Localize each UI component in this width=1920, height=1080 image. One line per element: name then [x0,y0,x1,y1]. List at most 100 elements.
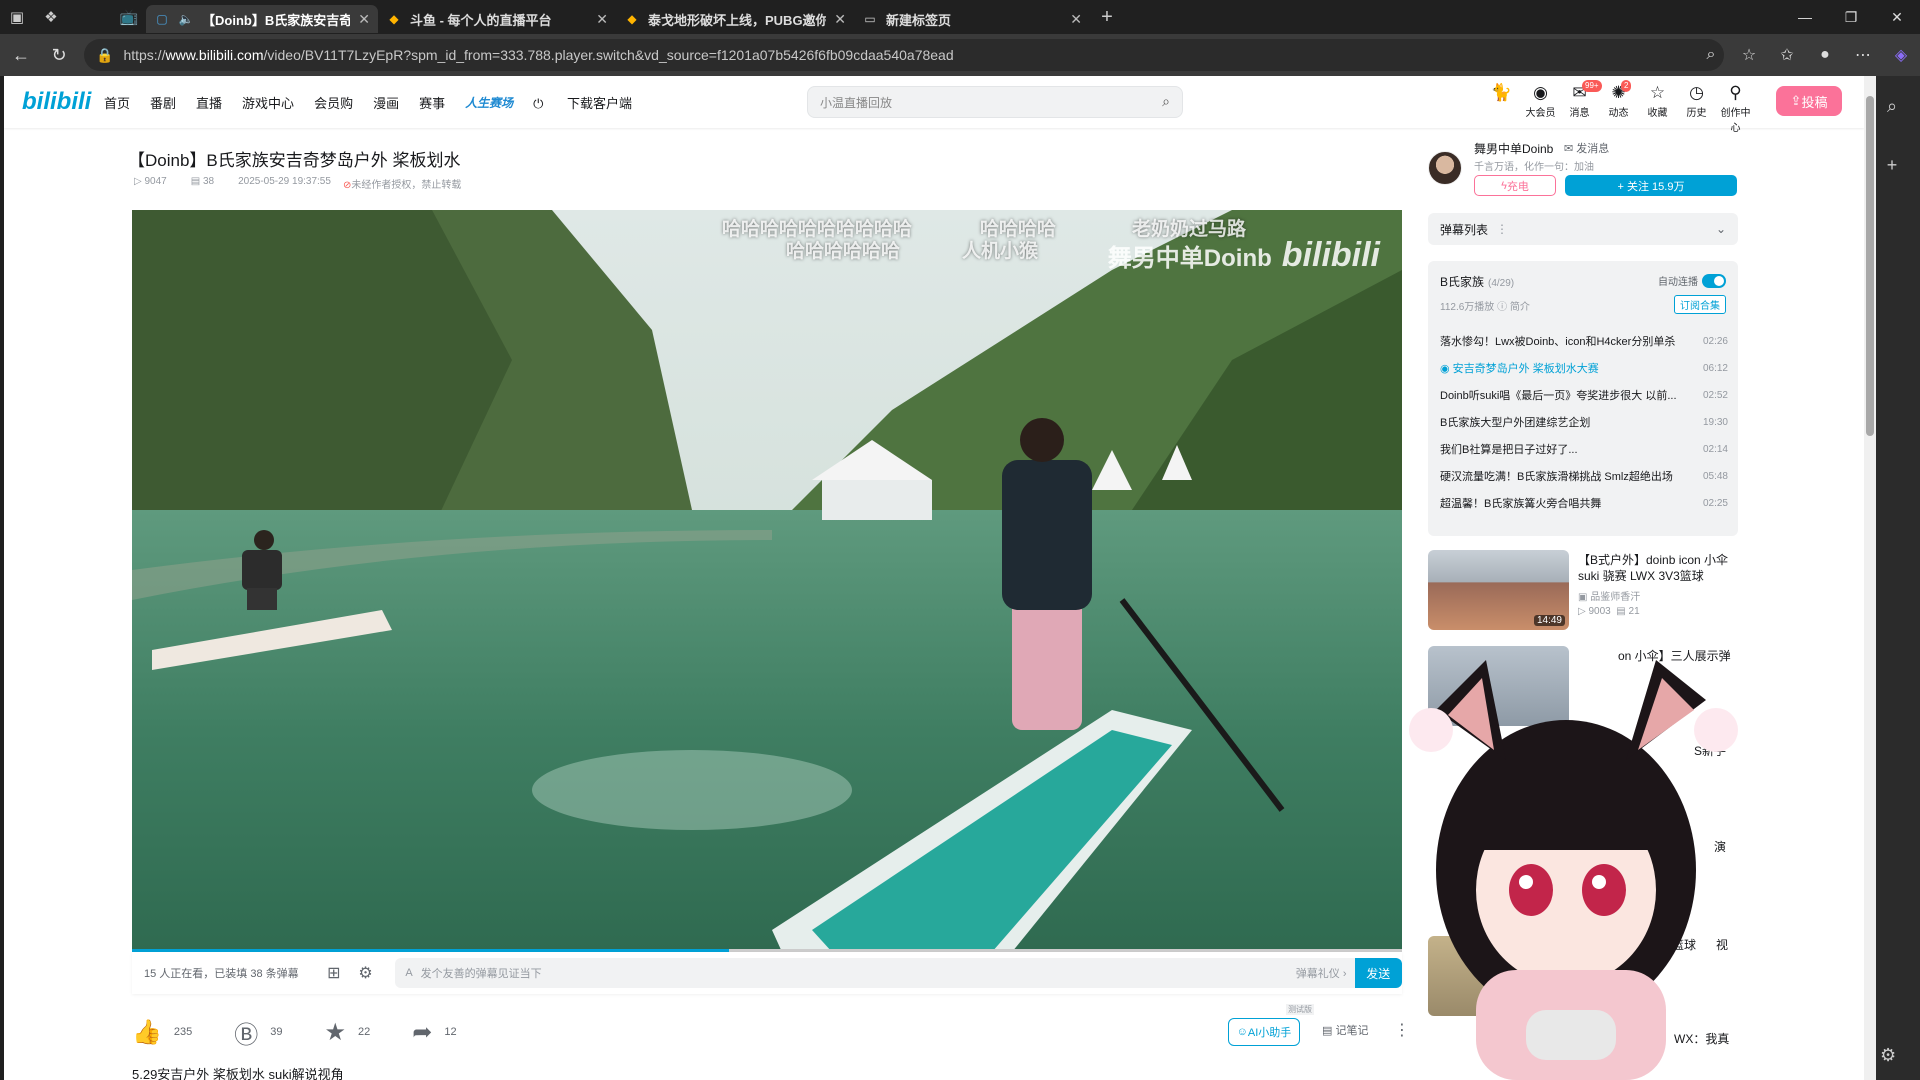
bilibili-logo[interactable]: bilibili [22,88,91,116]
episode-item[interactable]: Doinb听suki唱《最后一页》夸奖进步很大 以前... 02:52 [1440,382,1728,408]
episode-item[interactable]: B氏家族大型户外团建综艺企划 19:30 [1440,409,1728,435]
header-creator[interactable]: ⚲ 创作中心 [1716,82,1755,134]
episode-title: B氏家族大型户外团建综艺企划 [1440,417,1591,429]
episode-item[interactable]: 超温馨！B氏家族篝火旁合唱共舞 02:25 [1440,490,1728,516]
audio-icon[interactable]: 🔈 [178,11,194,27]
tab-douyu[interactable]: ◆ 斗鱼 - 每个人的直播平台 ✕ [378,5,616,33]
follow-button[interactable]: + 关注 15.9万 [1565,175,1737,196]
thumbs-up-icon: 👍 [132,1018,162,1046]
ai-assistant-button[interactable]: ☺ AI小助手 [1228,1018,1300,1046]
header-nav: 首页 番剧 直播 游戏中心 会员购 漫画 赛事 人生赛场 ⏻ 下载客户端 [104,93,672,112]
header-vip[interactable]: ◉ 大会员 [1521,82,1560,134]
header-icon-label: 动态 [1608,108,1629,119]
close-icon[interactable]: ✕ [834,11,846,28]
star-icon: ★ [324,1018,347,1046]
subscribe-collection-button[interactable]: 订阅合集 [1674,295,1726,314]
nav-download-client[interactable]: ⏻ 下载客户端 [533,93,652,112]
header-favorites[interactable]: ☆ 收藏 [1638,82,1677,134]
minimize-button[interactable]: — [1782,0,1828,34]
uploader-name[interactable]: 舞男中单Doinb [1474,140,1553,157]
new-tab-button[interactable]: + [1090,0,1124,34]
nav-esports[interactable]: 赛事 [419,93,445,112]
nav-mall[interactable]: 会员购 [314,93,353,112]
uploader-avatar[interactable] [1428,151,1462,185]
nav-anime[interactable]: 番剧 [150,93,176,112]
message-button[interactable]: ✉ 发消息 [1564,140,1609,156]
settings-gear-icon[interactable]: ⚙ [1880,1045,1896,1066]
episode-item-current[interactable]: ◉ 安吉奇梦岛户外 桨板划水大赛 06:12 [1440,355,1728,381]
video-thumbnail[interactable]: 14:49 [1428,550,1569,630]
favorite-button[interactable]: ★ 22 [325,1018,371,1047]
nav-manga[interactable]: 漫画 [373,93,399,112]
header-dynamic[interactable]: ✺ 2 动态 [1599,80,1638,134]
video-player[interactable]: 哈哈哈哈哈哈哈哈哈哈 哈哈哈哈哈哈 哈哈哈哈 人机小猴 老奶奶过马路 舞男中单D… [132,210,1402,952]
danmaku-etiquette-link[interactable]: 弹幕礼仪 › [1296,965,1347,981]
font-style-icon[interactable]: A [405,967,412,979]
danmaku-list-header[interactable]: 弹幕列表 ⋮ ⌄ [1428,213,1738,245]
scroll-thumb[interactable] [1866,96,1874,436]
danmaku-input[interactable]: A 发个友善的弹幕见证当下 弹幕礼仪 › [395,958,1355,988]
browser-toolbar-right: ⌕ ☆ ✩ ● ⋯ ◈ [1692,34,1920,76]
header-history[interactable]: ◷ 历史 [1677,82,1716,134]
collection-title[interactable]: B氏家族 (4/29) [1440,273,1514,290]
coin-count: 39 [270,1026,283,1038]
episode-item[interactable]: 我们B社算是把日子过好了... 02:14 [1440,436,1728,462]
close-window-button[interactable]: ✕ [1874,0,1920,34]
watermark-logo: bilibili [1281,236,1380,274]
nav-live[interactable]: 直播 [196,93,222,112]
coin-icon: Ⓑ [234,1021,259,1049]
intro-label[interactable]: 简介 [1510,302,1530,313]
bookmark-star-icon[interactable]: ☆ [1730,45,1768,65]
more-icon[interactable]: ⋯ [1844,45,1882,65]
tab-bilibili[interactable]: ▢ 🔈 【Doinb】B氏家族安吉奇梦 ✕ [146,5,378,33]
nav-home[interactable]: 首页 [104,93,130,112]
url-field[interactable]: 🔒 https://www.bilibili.com/video/BV11T7L… [84,39,1724,71]
toggle-switch[interactable] [1702,273,1726,288]
recommended-title[interactable]: 【B式户外】doinb icon 小伞 suki 骁赛 LWX 3V3篮球 [1578,552,1738,584]
tab-pubg[interactable]: ◆ 泰戈地形破坏上线，PUBG邀你游 ✕ [616,5,854,33]
header-messages[interactable]: ✉ 99+ 消息 [1560,80,1602,134]
header-avatar[interactable]: 🐈 [1482,82,1521,134]
close-icon[interactable]: ✕ [596,11,608,28]
danmaku-toggle-icon[interactable]: ⊞ [318,963,350,983]
workspace-icon[interactable]: ❖ [34,0,68,34]
back-button[interactable]: ← [4,38,38,72]
tab-newtab[interactable]: ▭ 新建标签页 ✕ [854,5,1090,33]
search-input[interactable]: 小温直播回放 ⌕ [807,86,1183,118]
chevron-down-icon[interactable]: ⌄ [1716,222,1726,236]
nav-life-arena[interactable]: 人生赛场 [465,94,513,111]
close-icon[interactable]: ✕ [358,11,370,28]
tab-title: 新建标签页 [886,12,952,28]
profile-icon[interactable]: ● [1806,46,1844,64]
download-label: 下载客户端 [567,95,633,111]
charge-button[interactable]: ϟ 充电 [1474,175,1556,196]
like-button[interactable]: 👍 235 [132,1018,192,1047]
episode-item[interactable]: 硬汉流量吃满！B氏家族滑梯挑战 Smlz超绝出场 05:48 [1440,463,1728,489]
video-watermark: 舞男中单Doinb bilibili [1108,236,1380,275]
upload-button[interactable]: ⇪ 投稿 [1776,86,1842,116]
danmaku-settings-icon[interactable]: ⚙ [350,963,382,983]
share-button[interactable]: ➦ 12 [412,1018,456,1047]
reload-button[interactable]: ↻ [42,38,76,72]
zoom-icon[interactable]: ⌕ [1692,46,1730,64]
bilibili-pinned-icon[interactable]: 📺 [112,0,146,34]
nav-game-center[interactable]: 游戏中心 [242,93,294,112]
history-icon: ◷ [1689,83,1704,102]
episode-item[interactable]: 落水惨勾！Lwx被Doinb、icon和H4cker分别单杀 02:26 [1440,328,1728,354]
copilot-icon[interactable]: ◈ [1882,45,1920,65]
autoplay-toggle[interactable]: 自动连播 [1658,273,1726,288]
tab-actions-icon[interactable]: ▣ [0,0,34,34]
download-icon: ⏻ [533,95,548,111]
video-title: 【Doinb】B氏家族安吉奇梦岛户外 桨板划水 [128,151,461,170]
coin-button[interactable]: Ⓑ 39 [234,1015,282,1050]
recommended-uploader[interactable]: ▣ 品鉴师香汗 [1578,588,1640,603]
search-icon[interactable]: ⌕ [1162,93,1170,110]
more-icon[interactable]: ⋮ [1496,222,1508,236]
note-button[interactable]: ▤ 记笔记 [1322,1022,1368,1038]
restore-button[interactable]: ❐ [1828,0,1874,34]
page-scrollbar[interactable] [1864,76,1876,1080]
favorites-icon[interactable]: ✩ [1768,45,1806,65]
recommended-stats: ▷ 9003 ▤ 21 [1578,606,1640,617]
close-icon[interactable]: ✕ [1070,11,1082,28]
creator-icon: ⚲ [1729,83,1742,102]
